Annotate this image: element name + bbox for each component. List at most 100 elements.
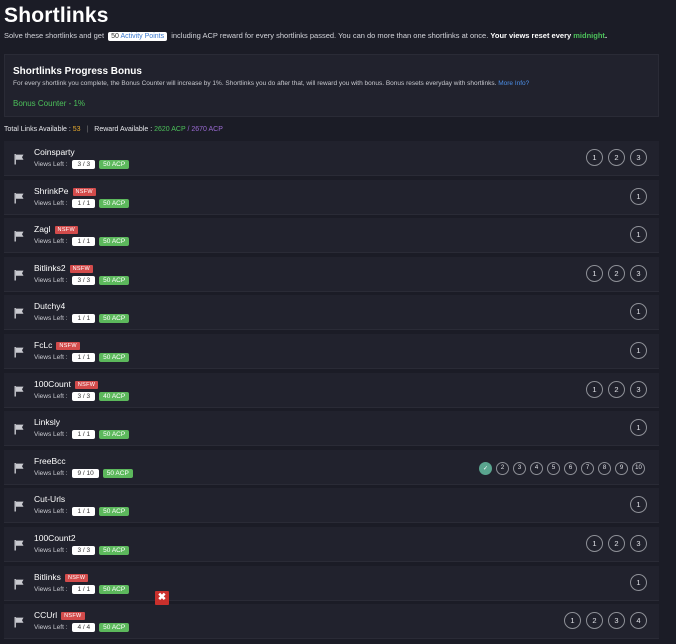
shortlink-row[interactable]: Cut-Urls Views Left : 1 / 1 50 ACP 1 <box>4 488 659 524</box>
flag-icon[interactable] <box>13 229 25 242</box>
visit-button[interactable]: 2 <box>608 534 625 552</box>
shortlink-row[interactable]: FreeBcc Views Left : 9 / 10 50 ACP ✓ 2 3 4 5 6 7 8 9… <box>4 449 659 485</box>
visit-done-check-icon[interactable]: ✓ <box>479 461 492 475</box>
shortlink-name[interactable]: Dutchy4 <box>34 301 65 311</box>
visit-button[interactable]: 2 <box>586 612 603 630</box>
shortlink-name[interactable]: Zagl <box>34 224 51 234</box>
views-meta: Views Left : 3 / 3 50 ACP <box>34 160 130 169</box>
flag-icon[interactable] <box>13 268 25 281</box>
shortlink-name[interactable]: FreeBcc <box>34 456 66 466</box>
views-meta: Views Left : 1 / 1 50 ACP <box>34 507 130 517</box>
visit-button[interactable]: 1 <box>564 612 581 630</box>
visit-buttons: 1 <box>630 496 647 514</box>
shortlink-name[interactable]: 100Count2 <box>34 533 76 543</box>
visit-button[interactable]: 10 <box>632 461 645 475</box>
shortlink-row[interactable]: 100Count2 Views Left : 3 / 3 50 ACP 1 2 3 <box>4 526 659 562</box>
visit-button[interactable]: 3 <box>630 149 647 166</box>
visit-button[interactable]: 1 <box>586 534 603 552</box>
flag-icon[interactable] <box>13 422 25 435</box>
flag-icon[interactable] <box>13 538 25 551</box>
nsfw-badge: NSFW <box>54 226 78 235</box>
flag-icon[interactable] <box>13 152 25 165</box>
flag-icon[interactable] <box>13 461 25 474</box>
shortlink-row[interactable]: Coinsparty Views Left : 3 / 3 50 ACP 1 2 3 <box>4 141 659 176</box>
bonus-description-text: For every shortlink you complete, the Bo… <box>13 80 497 87</box>
shortlink-name[interactable]: Bitlinks <box>34 572 61 582</box>
flag-icon[interactable] <box>13 306 25 319</box>
nsfw-badge: NSFW <box>72 187 96 196</box>
points-label: Activity Points <box>120 33 165 40</box>
views-meta: Views Left : 1 / 1 50 ACP <box>34 430 130 440</box>
acp-reward-badge: 50 ACP <box>99 198 130 208</box>
visit-button[interactable]: 2 <box>608 264 625 282</box>
shortlink-row[interactable]: Linksly Views Left : 1 / 1 50 ACP 1 <box>4 411 659 447</box>
views-left-badge: 3 / 3 <box>72 545 96 555</box>
visit-button[interactable]: 3 <box>630 380 647 398</box>
visit-buttons: 1 <box>630 303 647 321</box>
visit-button[interactable]: 1 <box>630 573 647 591</box>
shortlink-row[interactable]: FcLc NSFW Views Left : 1 / 1 50 ACP 1 <box>4 333 659 369</box>
shortlink-name-line: Cut-Urls <box>34 494 65 504</box>
visit-button[interactable]: 3 <box>608 612 625 630</box>
visit-button[interactable]: 1 <box>630 187 647 205</box>
shortlink-row[interactable]: 100Count NSFW Views Left : 3 / 3 40 ACP 1 2 3 <box>4 372 659 408</box>
shortlink-row[interactable]: Zagl NSFW Views Left : 1 / 1 50 ACP 1 <box>4 218 659 254</box>
more-info-link[interactable]: More Info? <box>498 80 529 87</box>
shortlink-row[interactable]: Bitlinks NSFW Views Left : 1 / 1 50 ACP 1 <box>4 565 659 601</box>
acp-reward-badge: 50 ACP <box>102 468 133 478</box>
visit-button[interactable]: 4 <box>530 461 543 475</box>
shortlink-name[interactable]: FcLc <box>34 340 52 350</box>
visit-button[interactable]: 3 <box>630 264 647 282</box>
visit-button[interactable]: 1 <box>586 264 603 282</box>
shortlink-name[interactable]: 100Count <box>34 379 71 389</box>
visit-button[interactable]: 1 <box>630 341 647 359</box>
visit-button[interactable]: 2 <box>608 380 625 398</box>
shortlink-row[interactable]: Bitlinks2 NSFW Views Left :3 / 3 50 ACP 1 2 3 <box>4 256 659 292</box>
flag-icon[interactable] <box>13 191 25 204</box>
visit-button[interactable]: 7 <box>581 461 594 475</box>
flag-icon[interactable] <box>13 499 25 512</box>
visit-button[interactable]: 1 <box>630 419 647 437</box>
acp-reward-badge: 50 ACP <box>99 160 130 169</box>
shortlink-row[interactable]: CCUrl NSFW Views Left : 4 / 4 50 ACP 1 2 3 4 <box>4 604 659 640</box>
visit-button[interactable]: 1 <box>630 496 647 514</box>
shortlink-name[interactable]: ShrinkPe <box>34 186 69 196</box>
shortlink-name-line: Zagl NSFW <box>34 224 78 235</box>
acp-reward-badge: 50 ACP <box>99 507 130 517</box>
reset-time: midnight <box>573 31 605 40</box>
shortlink-name[interactable]: Linksly <box>34 417 60 427</box>
reward-total: 2670 ACP <box>191 126 223 133</box>
visit-button[interactable]: 8 <box>598 461 611 475</box>
views-left-badge: 1 / 1 <box>72 584 96 594</box>
visit-button[interactable]: 1 <box>586 149 603 166</box>
views-meta: Views Left : 1 / 1 50 ACP <box>34 198 130 208</box>
shortlink-name[interactable]: Bitlinks2 <box>34 263 66 273</box>
visit-button[interactable]: 3 <box>630 534 647 552</box>
bonus-description: For every shortlink you complete, the Bo… <box>13 80 529 87</box>
visit-button[interactable]: 9 <box>615 461 628 475</box>
flag-icon[interactable] <box>13 577 25 590</box>
visit-button[interactable]: 4 <box>630 612 647 630</box>
flag-icon[interactable] <box>13 615 25 628</box>
visit-button[interactable]: 5 <box>547 461 560 475</box>
close-icon[interactable]: ✖ <box>155 591 169 605</box>
flag-icon[interactable] <box>13 384 25 397</box>
intro-part1: Solve these shortlinks and get <box>4 31 105 40</box>
visit-button[interactable]: 3 <box>513 461 526 475</box>
visit-button[interactable]: 1 <box>630 303 647 321</box>
shortlink-name[interactable]: Cut-Urls <box>34 494 65 504</box>
shortlink-row[interactable]: Dutchy4 Views Left : 1 / 1 50 ACP 1 <box>4 295 659 331</box>
visit-button[interactable]: 2 <box>608 149 625 166</box>
views-left-label: Views Left : <box>34 161 68 168</box>
visit-button[interactable]: 1 <box>586 380 603 398</box>
visit-button[interactable]: 2 <box>496 461 509 475</box>
reward-value: 2620 ACP <box>154 126 186 133</box>
flag-icon[interactable] <box>13 345 25 358</box>
shortlink-name[interactable]: Coinsparty <box>34 147 75 157</box>
shortlink-name[interactable]: CCUrl <box>34 610 57 620</box>
shortlink-row[interactable]: ShrinkPe NSFW Views Left : 1 / 1 50 ACP 1 <box>4 179 659 215</box>
reward-sep: / <box>187 126 190 133</box>
views-meta: Views Left : 1 / 1 50 ACP <box>34 352 130 362</box>
visit-button[interactable]: 6 <box>564 461 577 475</box>
visit-button[interactable]: 1 <box>630 226 647 244</box>
